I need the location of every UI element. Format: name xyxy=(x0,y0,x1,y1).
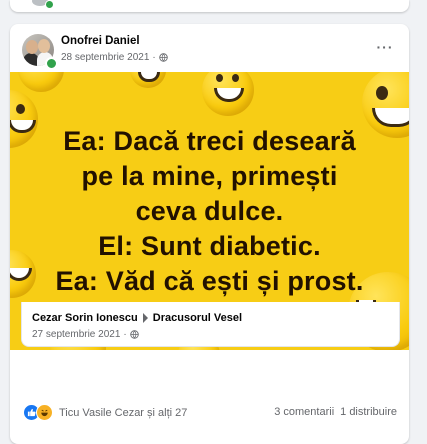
post-header: Onofrei Daniel 28 septembrie 2021 · ··· xyxy=(10,24,409,72)
meta-separator: · xyxy=(152,52,156,63)
post-date-link[interactable]: 28 septembrie 2021 xyxy=(61,52,149,63)
reactions-text[interactable]: Ticu Vasile Cezar și alți 27 xyxy=(59,407,187,419)
arrow-right-icon xyxy=(142,313,148,323)
previous-post-card xyxy=(10,0,409,12)
globe-icon xyxy=(159,53,168,62)
shared-group-link[interactable]: Dracusorul Vesel xyxy=(153,312,242,324)
laughing-emoji-icon xyxy=(202,72,254,116)
meme-caption: Ea: Dacă treci deseară pe la mine, prime… xyxy=(10,124,409,299)
online-status-icon xyxy=(45,0,54,9)
post-meta: 28 septembrie 2021 · xyxy=(61,52,168,63)
haha-icon xyxy=(36,404,53,421)
meme-line: Ea: Văd că ești și prost. xyxy=(55,266,364,296)
shared-post-attachment[interactable]: Cezar Sorin Ionescu Dracusorul Vesel 27 … xyxy=(21,302,400,347)
reactions-summary[interactable]: Ticu Vasile Cezar și alți 27 xyxy=(23,404,187,421)
shares-count-link[interactable]: 1 distribuire xyxy=(340,406,397,418)
meme-line: Ea: Dacă treci deseară xyxy=(63,126,356,156)
shared-source-title: Cezar Sorin Ionescu Dracusorul Vesel xyxy=(32,312,242,324)
meme-line: El: Sunt diabetic. xyxy=(98,231,321,261)
meme-line: ceva dulce. xyxy=(135,196,284,226)
shared-source-meta: 27 septembrie 2021 · xyxy=(32,329,139,340)
laughing-emoji-icon xyxy=(130,72,166,88)
shared-date-link[interactable]: 27 septembrie 2021 xyxy=(32,329,120,340)
globe-icon xyxy=(130,330,139,339)
author-name-link[interactable]: Onofrei Daniel xyxy=(61,35,140,47)
post-footer: Ticu Vasile Cezar și alți 27 3 comentari… xyxy=(10,354,409,421)
laughing-emoji-icon xyxy=(18,72,64,92)
meta-separator: · xyxy=(123,329,127,340)
more-options-icon[interactable]: ··· xyxy=(373,37,397,57)
engagement-counts: 3 comentarii 1 distribuire xyxy=(274,406,397,418)
meme-line: pe la mine, primești xyxy=(81,161,338,191)
post-card: Onofrei Daniel 28 septembrie 2021 · ··· xyxy=(10,24,409,444)
shared-author-link[interactable]: Cezar Sorin Ionescu xyxy=(32,312,138,324)
comments-count-link[interactable]: 3 comentarii xyxy=(274,406,334,418)
online-status-icon xyxy=(45,57,58,70)
